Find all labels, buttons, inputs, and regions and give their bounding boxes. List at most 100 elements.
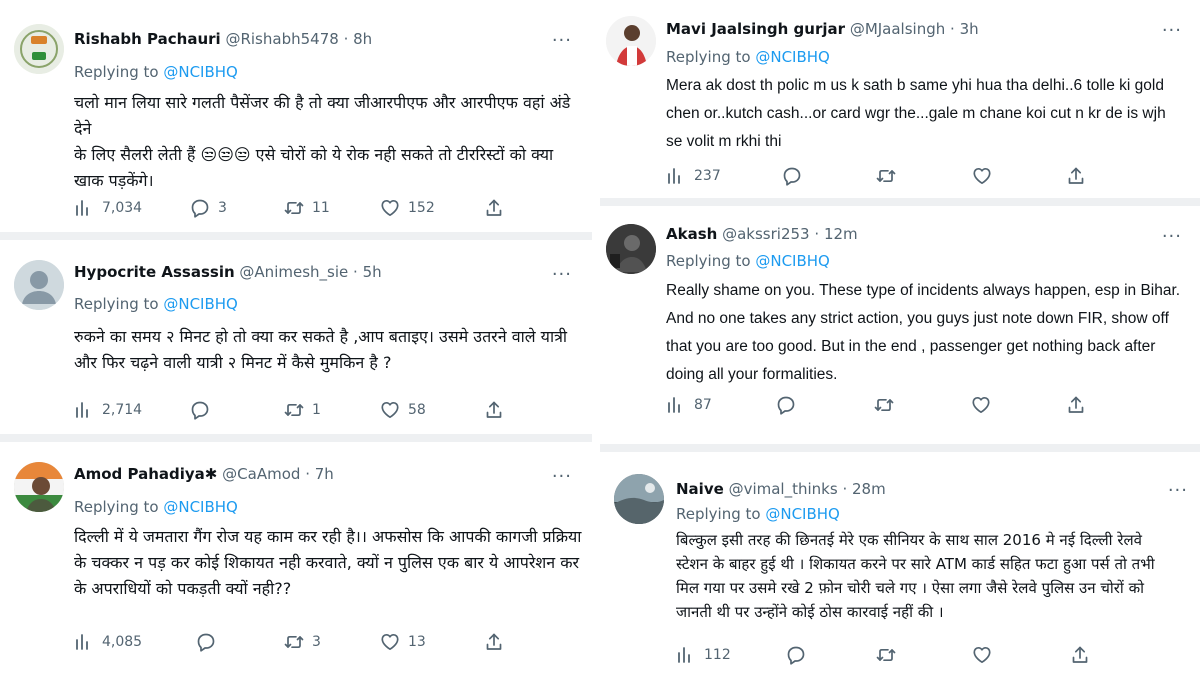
like-icon xyxy=(973,646,991,664)
tweet-time[interactable]: 12m xyxy=(824,225,858,243)
like-button[interactable] xyxy=(972,166,1000,186)
user-handle[interactable]: @CaAmod xyxy=(222,465,300,483)
reply-button[interactable]: 3 xyxy=(190,198,227,218)
avatar[interactable] xyxy=(14,462,64,512)
tweet-time[interactable]: 3h xyxy=(960,20,979,38)
user-handle[interactable]: @Animesh_sie xyxy=(239,263,348,281)
retweet-button[interactable]: 3 xyxy=(284,632,321,652)
mention-link[interactable]: @NCIBHQ xyxy=(765,505,840,523)
views-icon xyxy=(76,402,88,418)
retweet-button[interactable] xyxy=(874,395,902,415)
tweet-time[interactable]: 5h xyxy=(363,263,382,281)
tweet-time[interactable]: 8h xyxy=(353,30,372,48)
separator xyxy=(0,434,592,442)
user-name[interactable]: Akash xyxy=(666,225,717,243)
like-button[interactable]: 152 xyxy=(380,198,435,218)
views-button[interactable]: 2,714 xyxy=(74,400,142,420)
share-icon xyxy=(486,633,502,650)
views-button[interactable]: 7,034 xyxy=(74,198,142,218)
mention-link[interactable]: @NCIBHQ xyxy=(755,252,830,270)
retweet-icon xyxy=(876,169,896,183)
more-icon[interactable]: ··· xyxy=(1162,228,1182,246)
more-icon[interactable]: ··· xyxy=(552,266,572,284)
like-icon xyxy=(973,167,991,185)
like-icon xyxy=(381,633,399,651)
reply-button[interactable] xyxy=(196,632,224,652)
tweet-card[interactable]: Mavi Jaalsingh gurjar @MJaalsingh · 3h ·… xyxy=(600,0,1200,206)
tweet-header: Naive @vimal_thinks · 28m xyxy=(676,480,886,498)
mention-link[interactable]: @NCIBHQ xyxy=(163,63,238,81)
replying-to: Replying to @NCIBHQ xyxy=(676,505,840,523)
tweet-card[interactable]: Rishabh Pachauri @Rishabh5478 · 8h ··· R… xyxy=(0,0,592,240)
user-name[interactable]: Naive xyxy=(676,480,724,498)
reply-icon xyxy=(197,633,215,652)
avatar[interactable] xyxy=(14,24,64,74)
tweet-card[interactable]: Amod Pahadiya✱ @CaAmod · 7h ··· Replying… xyxy=(0,442,592,675)
tweet-time[interactable]: 28m xyxy=(852,480,886,498)
replying-to: Replying to @NCIBHQ xyxy=(74,295,238,313)
share-button[interactable] xyxy=(1066,166,1086,186)
views-count: 237 xyxy=(694,168,721,184)
more-icon[interactable]: ··· xyxy=(1162,22,1182,40)
avatar[interactable] xyxy=(606,224,656,274)
tweet-text: बिल्कुल इसी तरह की छिनतई मेरे एक सीनियर … xyxy=(676,531,1155,621)
user-name[interactable]: Rishabh Pachauri xyxy=(74,30,221,48)
tweet-text: चलो मान लिया सारे गलती पैसेंजर की है तो … xyxy=(74,93,571,190)
more-icon[interactable]: ··· xyxy=(1168,482,1188,500)
tweet-card[interactable]: Akash @akssri253 · 12m ··· Replying to @… xyxy=(600,206,1200,452)
mention-link[interactable]: @NCIBHQ xyxy=(163,295,238,313)
retweet-button[interactable]: 11 xyxy=(284,198,330,218)
tweet-actions: 2,714 1 58 xyxy=(74,400,574,424)
share-icon xyxy=(486,199,502,216)
user-name[interactable]: Mavi Jaalsingh gurjar xyxy=(666,20,845,38)
avatar[interactable] xyxy=(606,16,656,66)
retweets-count: 1 xyxy=(312,402,321,418)
user-name[interactable]: Amod Pahadiya✱ xyxy=(74,465,217,483)
reply-button[interactable] xyxy=(782,166,810,186)
more-icon[interactable]: ··· xyxy=(552,32,572,50)
mention-link[interactable]: @NCIBHQ xyxy=(163,498,238,516)
share-button[interactable] xyxy=(1066,395,1086,415)
like-button[interactable]: 58 xyxy=(380,400,426,420)
reply-icon xyxy=(191,199,209,218)
views-icon xyxy=(678,647,690,663)
views-button[interactable]: 112 xyxy=(676,645,731,665)
retweet-button[interactable] xyxy=(876,645,904,665)
reply-button[interactable] xyxy=(786,645,814,665)
share-icon xyxy=(1068,396,1084,413)
share-button[interactable] xyxy=(484,198,504,218)
tweet-header: Amod Pahadiya✱ @CaAmod · 7h xyxy=(74,465,334,483)
tweet-time[interactable]: 7h xyxy=(315,465,334,483)
more-icon[interactable]: ··· xyxy=(552,468,572,486)
retweet-button[interactable]: 1 xyxy=(284,400,321,420)
tweet-header: Rishabh Pachauri @Rishabh5478 · 8h xyxy=(74,30,373,48)
tweet-card[interactable]: Hypocrite Assassin @Animesh_sie · 5h ···… xyxy=(0,240,592,442)
user-handle[interactable]: @MJaalsingh xyxy=(850,20,945,38)
reply-button[interactable] xyxy=(190,400,218,420)
tweet-card[interactable]: Naive @vimal_thinks · 28m ··· Replying t… xyxy=(600,452,1200,675)
like-button[interactable]: 13 xyxy=(380,632,426,652)
mention-link[interactable]: @NCIBHQ xyxy=(755,48,830,66)
share-button[interactable] xyxy=(484,632,504,652)
retweets-count: 11 xyxy=(312,200,330,216)
share-button[interactable] xyxy=(1070,645,1090,665)
user-handle[interactable]: @Rishabh5478 xyxy=(225,30,338,48)
user-name[interactable]: Hypocrite Assassin xyxy=(74,263,235,281)
views-button[interactable]: 87 xyxy=(666,395,712,415)
reply-icon xyxy=(787,646,805,665)
share-button[interactable] xyxy=(484,400,504,420)
avatar[interactable] xyxy=(614,474,664,524)
reply-icon xyxy=(191,401,209,420)
user-handle[interactable]: @akssri253 xyxy=(722,225,809,243)
share-icon xyxy=(486,401,502,418)
views-button[interactable]: 237 xyxy=(666,166,721,186)
retweet-button[interactable] xyxy=(876,166,904,186)
avatar[interactable] xyxy=(14,260,64,310)
like-button[interactable] xyxy=(972,645,1000,665)
reply-icon xyxy=(783,167,801,186)
user-handle[interactable]: @vimal_thinks xyxy=(729,480,838,498)
views-button[interactable]: 4,085 xyxy=(74,632,142,652)
like-button[interactable] xyxy=(971,395,999,415)
retweet-icon xyxy=(284,403,304,417)
reply-button[interactable] xyxy=(776,395,804,415)
